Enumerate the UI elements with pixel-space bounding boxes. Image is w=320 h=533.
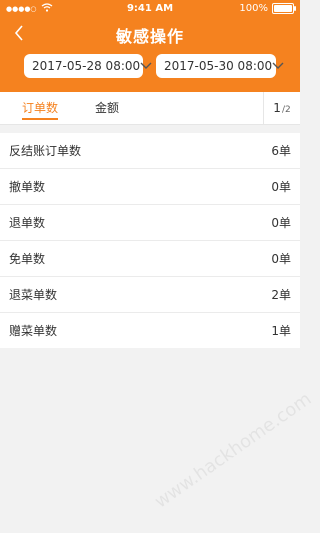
- battery-percent: 100%: [239, 3, 268, 14]
- row-label: 退菜单数: [9, 288, 58, 302]
- page-indicator[interactable]: 1/2: [263, 92, 300, 124]
- row-label: 免单数: [9, 252, 46, 266]
- chevron-down-icon: [140, 60, 152, 72]
- row-value: 6单: [271, 144, 291, 158]
- row-value: 1单: [271, 324, 291, 338]
- tab-active-indicator: [22, 118, 59, 120]
- row-value: 0单: [271, 216, 291, 230]
- end-date-select[interactable]: 2017-05-30 08:00: [156, 54, 284, 78]
- row-label: 赠菜单数: [9, 324, 58, 338]
- nav-bar: 敏感操作: [0, 18, 300, 50]
- tab-amount[interactable]: 金额: [95, 92, 119, 124]
- row-value: 2单: [271, 288, 291, 302]
- chevron-down-icon: [272, 60, 284, 72]
- start-date-select[interactable]: 2017-05-28 08:00: [24, 54, 152, 78]
- list-item: 赠菜单数 1单: [0, 313, 300, 348]
- list-item: 免单数 0单: [0, 241, 300, 277]
- page-total: /2: [281, 105, 291, 115]
- row-label: 退单数: [9, 216, 46, 230]
- tab-bar: 订单数 金额 1/2: [0, 92, 300, 125]
- list-item: 退菜单数 2单: [0, 277, 300, 313]
- status-bar: ●●●●○ 9:41 AM 100%: [0, 0, 300, 18]
- row-value: 0单: [271, 252, 291, 266]
- list-item: 退单数 0单: [0, 205, 300, 241]
- watermark-text: www.hackhome.com: [150, 388, 316, 513]
- row-label: 反结账订单数: [9, 144, 82, 158]
- header-bar: ●●●●○ 9:41 AM 100% 敏感操作 2017-05-28 08:00…: [0, 0, 300, 92]
- battery-icon: [272, 3, 296, 14]
- tab-order-count[interactable]: 订单数: [22, 92, 59, 124]
- start-date-value: 2017-05-28 08:00: [32, 59, 141, 73]
- end-date-value: 2017-05-30 08:00: [164, 59, 273, 73]
- page-title: 敏感操作: [115, 27, 184, 46]
- row-label: 撤单数: [9, 180, 46, 194]
- stats-list: 反结账订单数 6单 撤单数 0单 退单数 0单 免单数 0单 退菜单数 2单 赠…: [0, 133, 300, 348]
- tab-label: 金额: [95, 101, 120, 115]
- list-item: 反结账订单数 6单: [0, 133, 300, 169]
- page-current: 1: [273, 101, 281, 115]
- tab-label: 订单数: [22, 101, 59, 115]
- section-gap: [0, 125, 300, 133]
- row-value: 0单: [271, 180, 291, 194]
- list-item: 撤单数 0单: [0, 169, 300, 205]
